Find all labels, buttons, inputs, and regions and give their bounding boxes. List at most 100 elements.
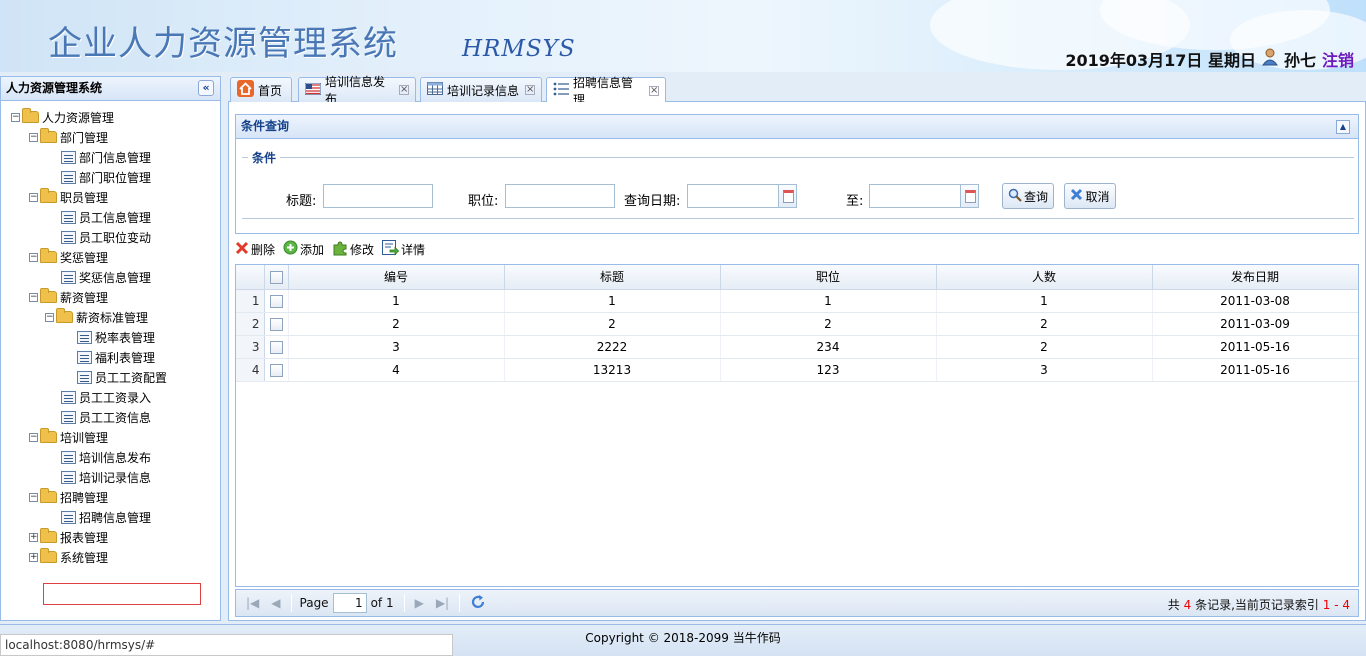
tree-folder-node[interactable]: − 部门管理 <box>29 127 108 147</box>
title-input[interactable] <box>323 184 433 208</box>
tree-page-node[interactable]: 员工工资信息 <box>45 407 151 427</box>
expand-node-icon[interactable]: + <box>29 532 38 542</box>
select-all-checkbox[interactable] <box>264 265 289 290</box>
table-row[interactable]: 3 3 2222 234 2 2011-05-16 <box>236 335 1358 359</box>
collapse-node-icon[interactable]: − <box>11 112 20 122</box>
collapse-panel-icon[interactable]: ▲ <box>1336 120 1350 134</box>
pager-total-count: 4 <box>1183 598 1192 612</box>
collapse-node-icon[interactable]: − <box>29 432 38 442</box>
logout-link[interactable]: 注销 <box>1322 47 1354 71</box>
collapse-node-icon[interactable]: − <box>29 192 38 202</box>
tree-page-node[interactable]: 员工工资录入 <box>45 387 151 407</box>
tree-folder-node[interactable]: + 报表管理 <box>29 527 108 547</box>
position-input[interactable] <box>505 184 615 208</box>
system-title: 企业人力资源管理系统 <box>48 24 398 64</box>
tab-home[interactable]: 首页 <box>230 77 292 102</box>
tab-recruitment[interactable]: 招聘信息管理 × <box>546 76 666 107</box>
tree-page-node[interactable]: 招聘信息管理 <box>45 507 151 527</box>
tree-folder-node[interactable]: + 系统管理 <box>29 547 108 567</box>
tree-page-node[interactable]: 福利表管理 <box>61 347 155 367</box>
tree-page-node[interactable]: 部门信息管理 <box>45 147 151 167</box>
collapse-node-icon[interactable]: − <box>29 252 38 262</box>
sidebar-header: 人力资源管理系统 « <box>1 77 220 101</box>
next-page-icon[interactable]: ▶ <box>415 596 424 610</box>
add-button[interactable]: 添加 <box>283 240 324 258</box>
tree-folder-node[interactable]: − 奖惩管理 <box>29 247 108 267</box>
tree-page-node[interactable]: 部门职位管理 <box>45 167 151 187</box>
prev-page-icon[interactable]: ◀ <box>271 596 280 610</box>
tree-page-node[interactable]: 员工工资配置 <box>61 367 167 387</box>
detail-button[interactable]: 详情 <box>382 239 425 259</box>
calendar-icon[interactable] <box>778 185 796 207</box>
edit-button[interactable]: 修改 <box>332 240 374 259</box>
add-icon <box>283 240 298 258</box>
row-number: 3 <box>236 335 265 359</box>
delete-button[interactable]: 删除 <box>235 241 275 258</box>
tree-node-label: 部门信息管理 <box>79 150 152 165</box>
page-number-input[interactable]: 1 <box>332 593 367 613</box>
data-grid: 编号 标题 职位 人数 发布日期 1 1 1 1 1 2011-03-08 2 … <box>235 264 1359 587</box>
tab-training-records[interactable]: 培训记录信息 × <box>420 77 542 102</box>
date-label: 查询日期: <box>624 194 681 209</box>
tree-page-node[interactable]: 员工信息管理 <box>45 207 151 227</box>
first-page-icon[interactable]: |◀ <box>246 596 259 610</box>
table-row[interactable]: 4 4 13213 123 3 2011-05-16 <box>236 358 1358 382</box>
edit-label: 修改 <box>350 242 375 257</box>
tree-folder-node[interactable]: − 人力资源管理 <box>11 107 114 127</box>
row-checkbox[interactable] <box>264 289 289 313</box>
system-subtitle: HRMSYS <box>462 36 576 62</box>
row-checkbox[interactable] <box>264 358 289 382</box>
column-header-title[interactable]: 标题 <box>504 265 721 290</box>
column-header-date[interactable]: 发布日期 <box>1152 265 1358 290</box>
row-checkbox[interactable] <box>264 312 289 336</box>
folder-icon <box>40 248 57 263</box>
tree-node-label: 福利表管理 <box>95 350 156 365</box>
close-tab-icon[interactable]: × <box>649 85 659 96</box>
cell-count: 2 <box>936 312 1153 336</box>
column-header-count[interactable]: 人数 <box>936 265 1153 290</box>
home-icon <box>237 80 254 100</box>
tree-page-node[interactable]: 培训记录信息 <box>45 467 151 487</box>
tab-training-publish[interactable]: 培训信息发布 × <box>298 75 416 106</box>
collapse-node-icon[interactable]: − <box>29 132 38 142</box>
detail-icon <box>382 239 400 259</box>
tree-page-node[interactable]: 奖惩信息管理 <box>45 267 151 287</box>
table-row[interactable]: 2 2 2 2 2 2011-03-09 <box>236 312 1358 336</box>
collapse-sidebar-icon[interactable]: « <box>198 80 214 96</box>
tree-node-label: 部门管理 <box>60 130 109 145</box>
collapse-node-icon[interactable]: − <box>29 492 38 502</box>
refresh-icon[interactable] <box>470 594 486 613</box>
column-header-position[interactable]: 职位 <box>720 265 937 290</box>
collapse-node-icon[interactable]: − <box>45 312 54 322</box>
tree-node-label: 系统管理 <box>60 550 109 565</box>
collapse-node-icon[interactable]: − <box>29 292 38 302</box>
tree-folder-node[interactable]: − 薪资管理 <box>29 287 108 307</box>
tree-folder-node[interactable]: − 职员管理 <box>29 187 108 207</box>
table-row[interactable]: 1 1 1 1 1 2011-03-08 <box>236 289 1358 313</box>
query-button[interactable]: 查询 <box>1002 183 1054 209</box>
expand-node-icon[interactable]: + <box>29 552 38 562</box>
tree-page-node[interactable]: 税率表管理 <box>61 327 155 347</box>
tree-node-label: 员工工资录入 <box>79 390 152 405</box>
pager-separator <box>459 594 461 612</box>
tree-folder-node[interactable]: − 薪资标准管理 <box>45 307 148 327</box>
calendar-icon[interactable] <box>960 185 978 207</box>
folder-icon <box>56 308 73 323</box>
tree-folder-node[interactable]: − 招聘管理 <box>29 487 108 507</box>
row-checkbox[interactable] <box>264 335 289 359</box>
selected-node-highlight <box>43 583 201 605</box>
close-tab-icon[interactable]: × <box>525 85 535 95</box>
end-date-input[interactable] <box>869 184 979 208</box>
column-header-id[interactable]: 编号 <box>288 265 505 290</box>
close-tab-icon[interactable]: × <box>399 85 409 95</box>
cell-count: 2 <box>936 335 1153 359</box>
delete-label: 删除 <box>251 242 276 257</box>
cancel-button[interactable]: 取消 <box>1064 183 1116 209</box>
start-date-input[interactable] <box>687 184 797 208</box>
last-page-icon[interactable]: ▶| <box>436 596 449 610</box>
folder-icon <box>40 128 57 143</box>
tree-page-node[interactable]: 员工职位变动 <box>45 227 151 247</box>
page-total: of 1 <box>370 596 394 610</box>
tree-page-node[interactable]: 培训信息发布 <box>45 447 151 467</box>
tree-folder-node[interactable]: − 培训管理 <box>29 427 108 447</box>
